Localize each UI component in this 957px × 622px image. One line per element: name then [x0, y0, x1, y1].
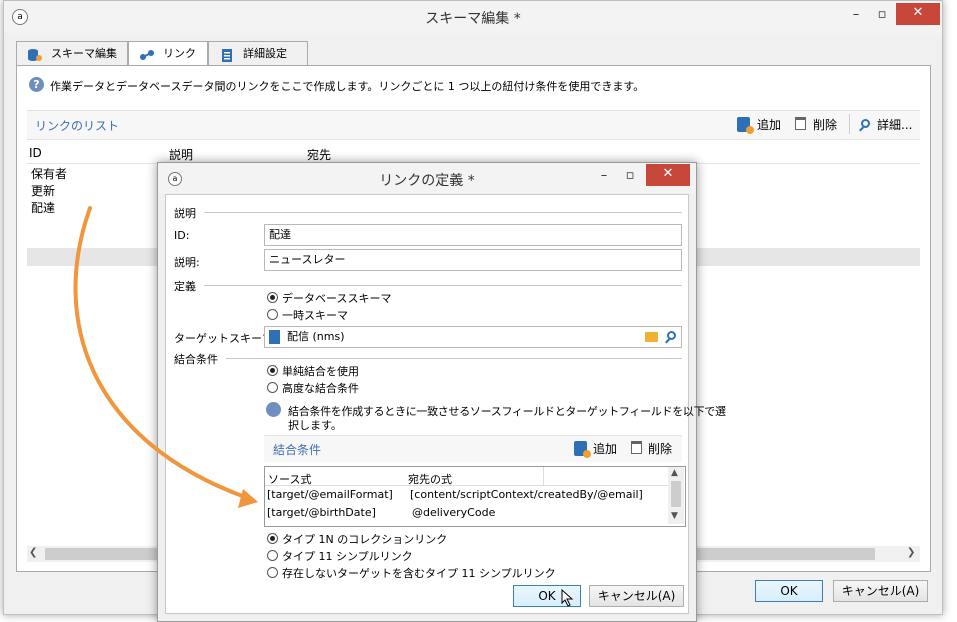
annotation-arrow — [73, 206, 258, 508]
